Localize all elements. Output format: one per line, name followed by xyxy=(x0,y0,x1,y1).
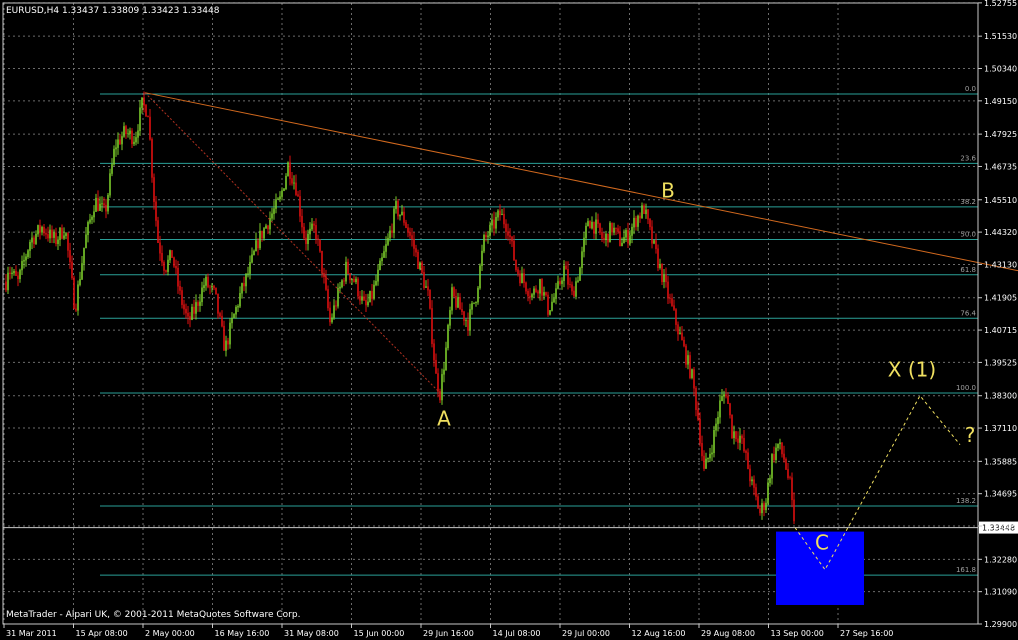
y-tick-label: 1.50340 xyxy=(984,64,1017,73)
wave-label: C xyxy=(815,530,829,554)
x-tick-label: 12 Aug 16:00 xyxy=(632,629,686,638)
y-tick-label: 1.40715 xyxy=(984,326,1017,335)
fib-label: 38.2 xyxy=(960,198,976,206)
x-tick-label: 15 Jun 00:00 xyxy=(354,629,405,638)
y-tick-label: 1.46735 xyxy=(984,162,1017,171)
copyright-text: MetaTrader - Alpari UK, © 2001-2011 Meta… xyxy=(6,610,300,620)
y-tick-label: 1.32280 xyxy=(984,555,1017,564)
y-tick-label: 1.47925 xyxy=(984,130,1017,139)
y-tick-label: 1.49150 xyxy=(984,97,1017,106)
fib-label: 0.0 xyxy=(965,85,976,93)
fib-label: 23.6 xyxy=(960,154,976,162)
y-tick-label: 1.52755 xyxy=(984,0,1017,8)
x-tick-label: 14 Jul 08:00 xyxy=(493,629,541,638)
x-tick-label: 29 Jul 00:00 xyxy=(562,629,610,638)
fib-label: 50.0 xyxy=(960,230,976,238)
fib-label: 138.2 xyxy=(956,497,976,505)
wave-label: B xyxy=(661,178,675,202)
y-tick-label: 1.29900 xyxy=(984,620,1017,629)
fib-label: 161.8 xyxy=(956,566,976,574)
fib-label: 76.4 xyxy=(960,309,976,317)
y-tick-label: 1.41905 xyxy=(984,294,1017,303)
x-tick-label: 16 May 16:00 xyxy=(215,629,270,638)
x-tick-label: 27 Sep 16:00 xyxy=(840,629,893,638)
x-tick-label: 15 Apr 08:00 xyxy=(76,629,128,638)
y-tick-label: 1.38300 xyxy=(984,392,1017,401)
x-tick-label: 31 Mar 2011 xyxy=(6,629,57,638)
wave-label: A xyxy=(437,407,451,431)
y-tick-label: 1.44320 xyxy=(984,228,1017,237)
y-tick-label: 1.51530 xyxy=(984,32,1017,41)
x-tick-label: 31 May 08:00 xyxy=(284,629,339,638)
y-tick-label: 1.34695 xyxy=(984,490,1017,499)
y-tick-label: 1.31090 xyxy=(984,588,1017,597)
y-tick-label: 1.37110 xyxy=(984,424,1017,433)
y-tick-label: 1.43130 xyxy=(984,260,1017,269)
x-tick-label: 2 May 00:00 xyxy=(145,629,195,638)
y-tick-label: 1.33505 xyxy=(984,522,1017,531)
fib-label: 61.8 xyxy=(960,266,976,274)
price-chart[interactable]: 0.0 23.6 38.2 50.0 61.8 76.4 100.0 138.2 161.8 1… xyxy=(0,0,1018,640)
symbol-info: EURUSD,H4 1.33437 1.33809 1.33423 1.3344… xyxy=(6,6,220,16)
chart-background xyxy=(0,0,1018,640)
fib-label: 100.0 xyxy=(956,384,976,392)
wave-label: X (1) xyxy=(888,358,936,382)
wave-label: ? xyxy=(965,423,976,447)
y-tick-label: 1.35885 xyxy=(984,457,1017,466)
y-tick-label: 1.45510 xyxy=(984,196,1017,205)
x-tick-label: 29 Aug 08:00 xyxy=(701,629,755,638)
x-tick-label: 29 Jun 16:00 xyxy=(423,629,474,638)
y-tick-label: 1.39525 xyxy=(984,358,1017,367)
x-tick-label: 13 Sep 00:00 xyxy=(771,629,824,638)
